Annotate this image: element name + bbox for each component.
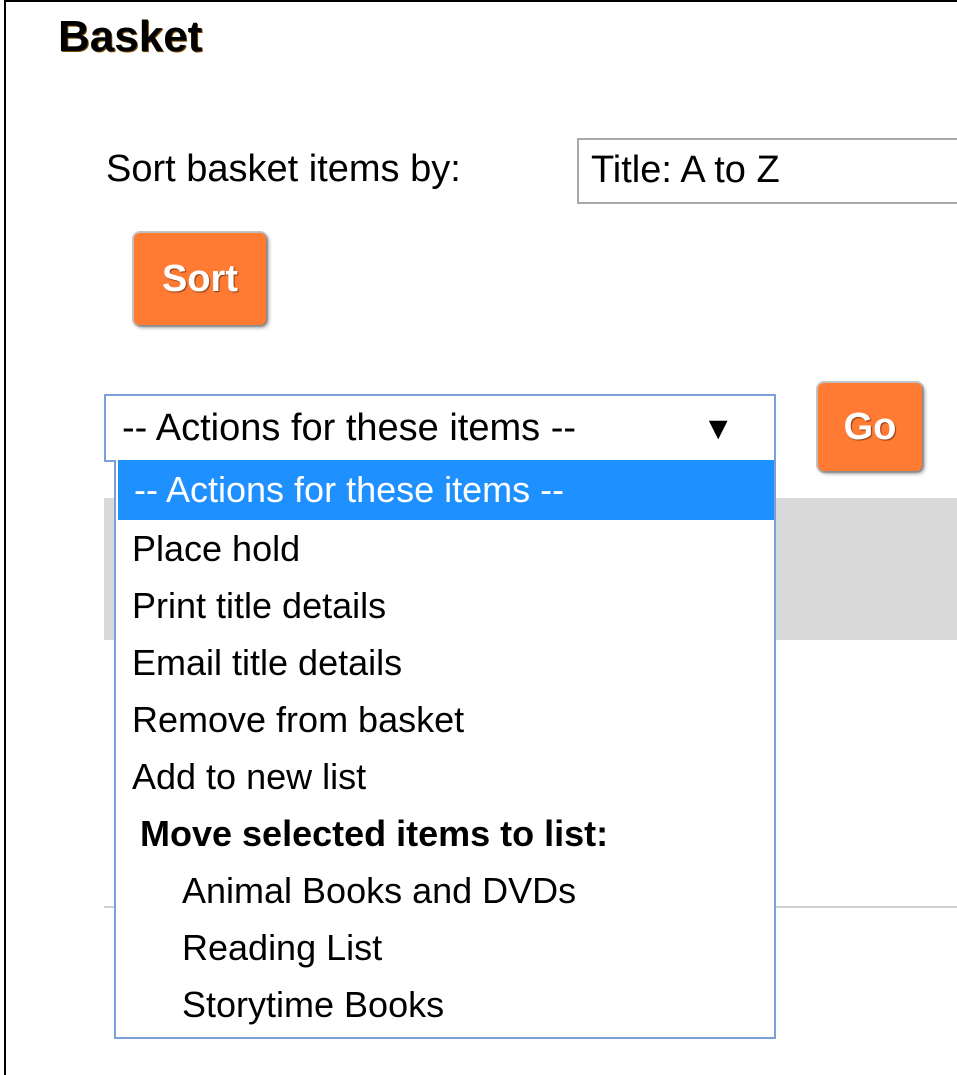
sort-label: Sort basket items by: xyxy=(106,148,461,190)
option-remove-from-basket[interactable]: Remove from basket xyxy=(116,691,774,748)
option-list-reading-list[interactable]: Reading List xyxy=(116,919,774,976)
actions-select-value: -- Actions for these items -- xyxy=(122,407,577,449)
window-left-border xyxy=(4,0,6,1075)
dropdown-arrow-icon: ▼ xyxy=(702,410,734,446)
sort-select[interactable]: Title: A to Z xyxy=(577,138,957,204)
actions-select[interactable]: -- Actions for these items -- ▼ xyxy=(104,394,776,462)
window-top-border xyxy=(4,0,957,2)
actions-dropdown-list: -- Actions for these items -- Place hold… xyxy=(114,460,776,1039)
option-print-title-details[interactable]: Print title details xyxy=(116,577,774,634)
go-button[interactable]: Go xyxy=(818,383,922,471)
option-add-to-new-list[interactable]: Add to new list xyxy=(116,748,774,805)
option-actions-default[interactable]: -- Actions for these items -- xyxy=(118,460,774,520)
option-place-hold[interactable]: Place hold xyxy=(116,520,774,577)
option-email-title-details[interactable]: Email title details xyxy=(116,634,774,691)
sort-button[interactable]: Sort xyxy=(134,233,266,325)
page-title: Basket xyxy=(58,12,203,61)
optgroup-move-to-list: Move selected items to list: xyxy=(140,813,609,854)
option-list-storytime-books[interactable]: Storytime Books xyxy=(116,976,774,1033)
option-list-animal-books[interactable]: Animal Books and DVDs xyxy=(116,862,774,919)
